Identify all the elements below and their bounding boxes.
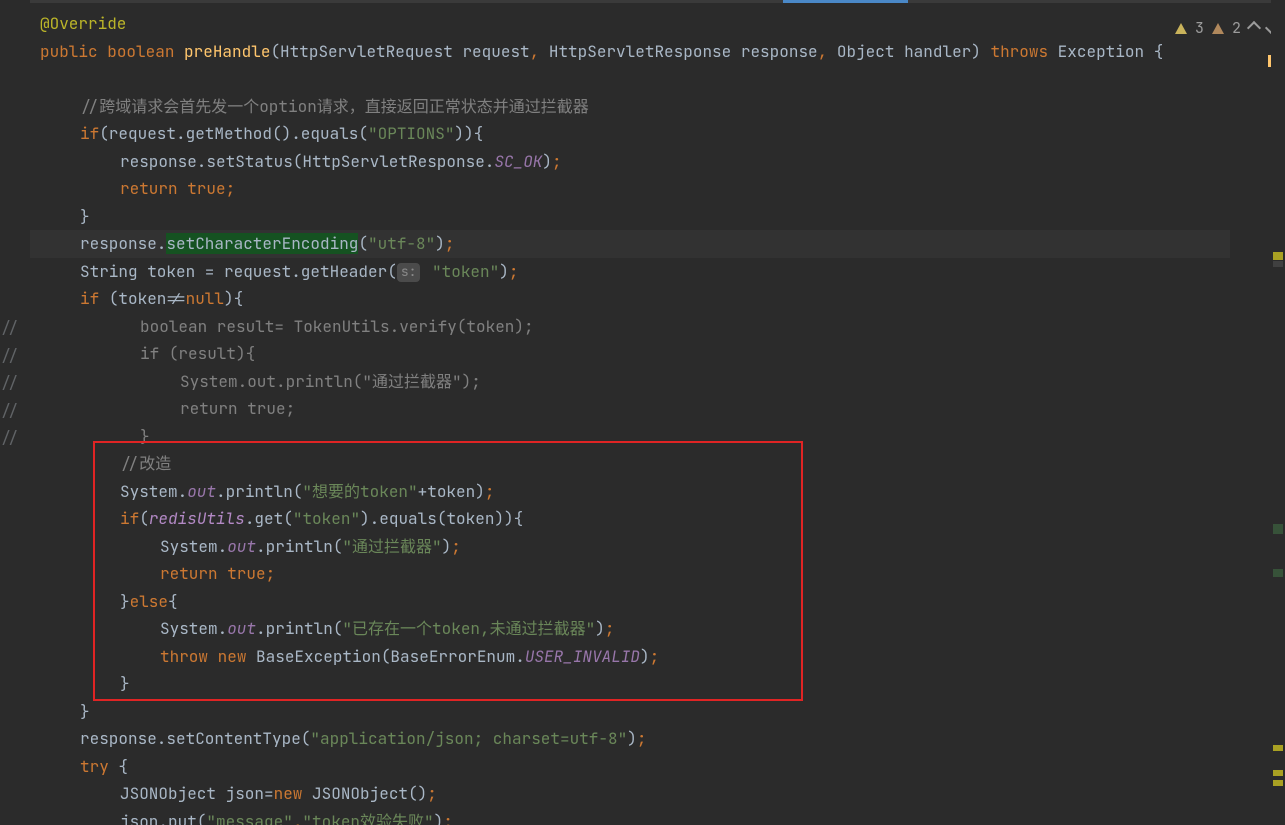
stripe-warning[interactable] xyxy=(1273,745,1283,751)
highlighted-line: response.setCharacterEncoding("utf-8"); xyxy=(30,230,1230,258)
stripe-mark[interactable] xyxy=(1273,569,1283,577)
gutter-comment-marker: // xyxy=(0,342,28,369)
weak-warnings-count: 2 xyxy=(1232,18,1241,38)
gutter: // // // // // xyxy=(0,0,30,825)
active-tab-underline xyxy=(783,0,908,3)
stripe-warning[interactable] xyxy=(1273,780,1283,786)
stripe-warning[interactable] xyxy=(1273,252,1283,260)
stripe-mark[interactable] xyxy=(1273,261,1283,267)
gutter-comment-marker: // xyxy=(0,369,28,396)
error-stripe[interactable] xyxy=(1271,0,1285,825)
comment: //跨域请求会首先发一个option请求，直接返回正常状态并通过拦截器 xyxy=(80,96,589,117)
parameter-hint: s: xyxy=(397,263,421,282)
annotation: @Override xyxy=(40,13,126,34)
gutter-comment-marker: // xyxy=(0,397,28,424)
gutter-comment-marker: // xyxy=(0,424,28,451)
selected-text: setCharacterEncoding xyxy=(166,233,358,254)
gutter-comment-marker: // xyxy=(0,314,28,341)
stripe-mark[interactable] xyxy=(1273,524,1283,534)
stripe-warning[interactable] xyxy=(1273,770,1283,776)
code-editor[interactable]: @Override public boolean preHandle(HttpS… xyxy=(30,10,1230,825)
prev-highlight-icon[interactable] xyxy=(1247,21,1261,35)
